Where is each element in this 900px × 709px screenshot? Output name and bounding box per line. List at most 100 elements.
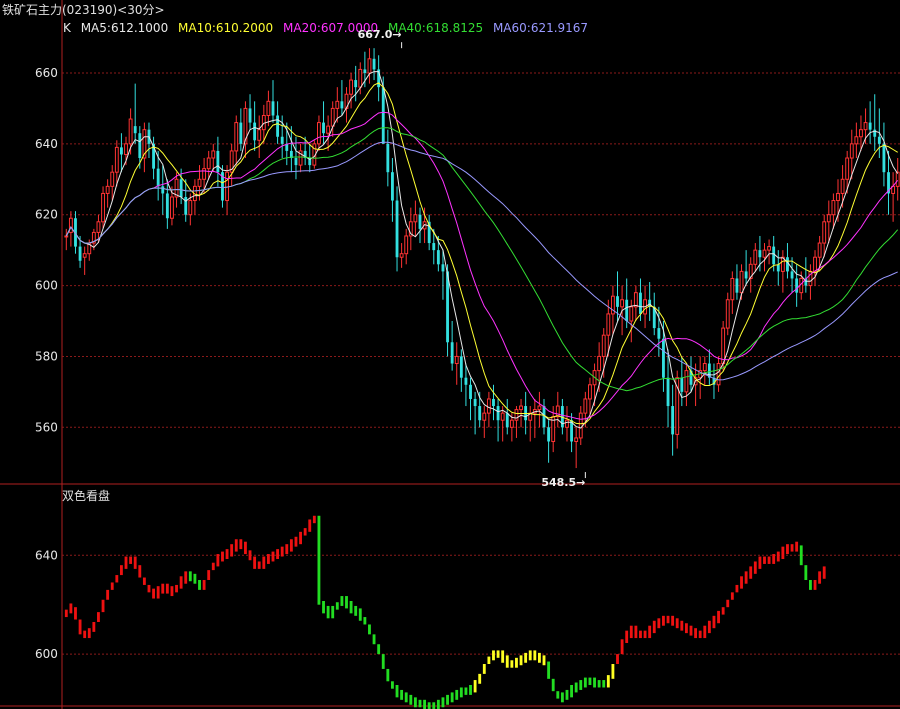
candle-body — [294, 158, 298, 166]
two-color-bar — [436, 699, 440, 709]
two-color-bar — [326, 605, 330, 619]
two-color-bar — [101, 599, 105, 613]
candle-body — [381, 87, 385, 144]
two-color-bar — [781, 546, 785, 559]
candle — [744, 250, 748, 286]
candle — [859, 115, 863, 151]
two-color-bar — [303, 528, 307, 536]
candle-body — [868, 122, 872, 130]
candle-body — [372, 58, 376, 70]
two-color-bar — [570, 685, 573, 698]
two-color-bar — [418, 699, 422, 708]
candle-body — [276, 115, 280, 137]
two-color-bar — [496, 650, 500, 658]
two-color-bar — [574, 682, 578, 693]
candle — [730, 271, 735, 314]
candle-body — [179, 179, 183, 197]
two-color-bar — [528, 650, 532, 661]
two-color-bar — [363, 617, 367, 625]
two-color-bar — [317, 515, 321, 605]
candle — [680, 356, 684, 407]
candle-body — [418, 214, 422, 229]
y-tick-label: 600 — [35, 647, 58, 661]
candle — [454, 342, 459, 385]
two-color-bar — [413, 697, 417, 708]
two-color-bar — [74, 607, 77, 620]
candle-body — [469, 384, 472, 399]
two-color-bar — [188, 571, 192, 582]
two-color-bar — [239, 539, 243, 550]
candle — [808, 264, 813, 300]
two-color-bar — [294, 536, 298, 547]
two-color-bar — [629, 625, 633, 639]
two-color-bar — [386, 668, 390, 682]
two-color-bar — [515, 657, 518, 668]
axis-labels: 560 580 600 620 640 660 600 640 667.0→ 548.5→ — [35, 28, 586, 661]
candle-body — [432, 243, 436, 251]
candle — [408, 207, 413, 251]
two-color-bar — [69, 603, 73, 614]
candle-body — [82, 253, 87, 258]
two-color-bar — [133, 556, 137, 569]
candle-body — [574, 437, 579, 442]
candle-body — [831, 200, 836, 216]
candle — [234, 115, 239, 166]
candle-body — [817, 242, 822, 258]
candle — [725, 292, 730, 336]
two-color-bar — [707, 620, 711, 634]
two-color-bar — [602, 680, 606, 688]
candle-body — [735, 278, 739, 293]
two-color-bar — [340, 596, 344, 606]
two-color-bar — [818, 571, 822, 584]
two-color-bar — [244, 541, 247, 555]
two-color-bar — [740, 576, 743, 589]
candle-body — [845, 157, 850, 180]
two-color-bar — [83, 630, 87, 639]
candle — [578, 406, 583, 446]
two-color-bar — [78, 619, 82, 635]
two-color-bar — [556, 691, 560, 699]
candle — [192, 179, 197, 215]
two-color-bar — [795, 541, 799, 552]
two-color-bar — [726, 599, 730, 608]
candle-body — [813, 256, 817, 272]
candle-body — [739, 270, 744, 294]
candle-body — [753, 249, 758, 265]
candle-body — [188, 200, 193, 216]
candle-body — [565, 419, 569, 428]
two-color-bar — [662, 615, 665, 626]
y-tick-label: 580 — [35, 349, 58, 363]
candle-body — [138, 133, 142, 159]
two-color-bar — [409, 694, 413, 705]
two-color-bar — [643, 630, 647, 639]
candle — [142, 122, 147, 173]
candle — [813, 250, 817, 286]
candle — [716, 356, 721, 392]
two-color-bar — [712, 615, 716, 629]
candle — [152, 136, 155, 180]
candle — [206, 150, 211, 180]
two-color-bar — [786, 544, 789, 555]
two-color-bar — [597, 680, 601, 688]
two-color-bar — [179, 576, 183, 589]
two-color-bar — [772, 554, 776, 564]
candle — [895, 158, 900, 201]
two-color-bar — [368, 624, 371, 635]
two-color-bar — [230, 544, 234, 557]
candle — [469, 377, 472, 421]
candle — [229, 143, 234, 187]
candle — [450, 321, 454, 371]
two-color-bar — [606, 675, 610, 688]
candle-body — [597, 355, 602, 372]
candle-body — [413, 214, 418, 223]
candle-body — [64, 235, 69, 238]
candle-body — [758, 250, 762, 258]
candle — [492, 384, 495, 421]
two-color-bar — [271, 551, 275, 562]
candle-body — [500, 412, 505, 421]
candle — [887, 150, 890, 215]
two-color-bar — [721, 607, 725, 615]
two-color-bar — [156, 586, 160, 599]
two-color-bar — [689, 625, 693, 636]
candle — [133, 83, 137, 144]
